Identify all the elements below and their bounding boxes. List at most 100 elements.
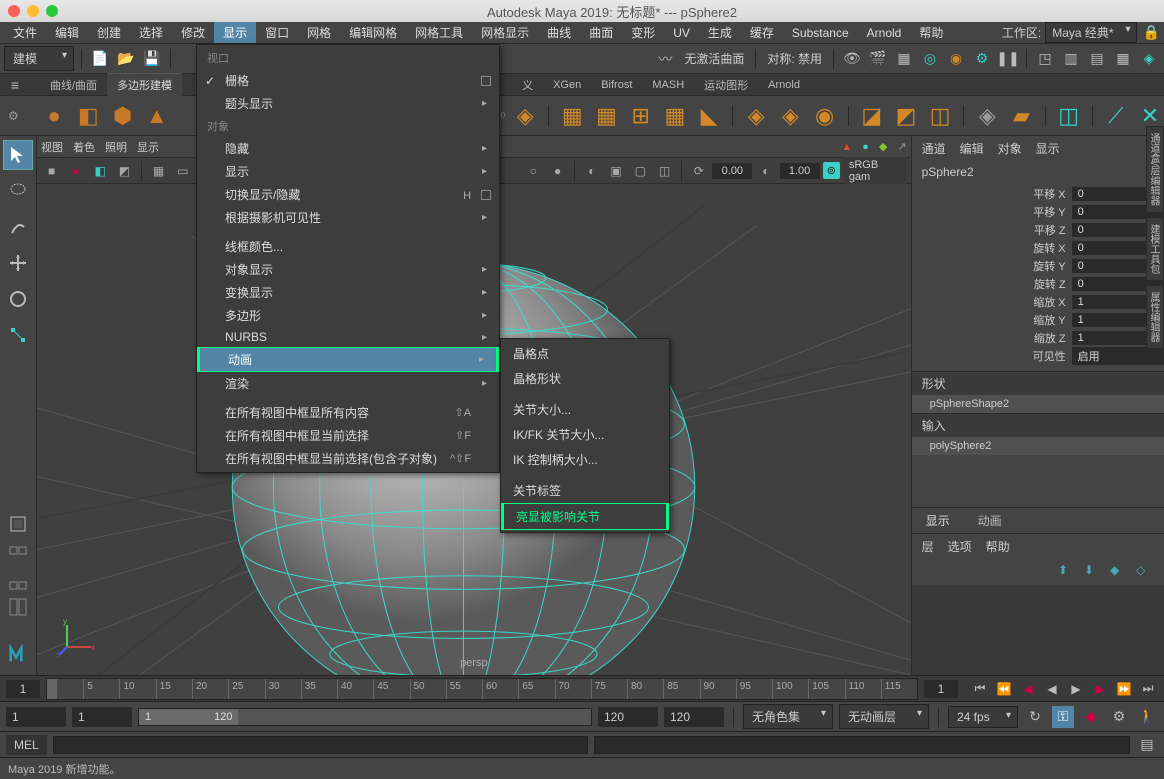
cm-anim[interactable]: 动画▸ [197, 347, 499, 372]
input-node-name[interactable]: polySphere2 [912, 437, 1164, 455]
channel-object-name[interactable]: pSphere2 [912, 161, 1164, 183]
mode-dropdown[interactable]: 建模 [4, 46, 74, 71]
lp-menu-layer[interactable]: 层 [922, 538, 934, 555]
prefs-icon[interactable]: ⚙ [1108, 706, 1130, 728]
vp-grid-icon[interactable]: ▦ [148, 161, 169, 181]
time-track[interactable]: 1510152025303540455055606570758085909510… [46, 678, 918, 700]
vp-film-icon[interactable]: ▭ [172, 161, 193, 181]
shelf-menu-icon[interactable]: ≡ [4, 74, 26, 96]
vp-colormgmt-icon[interactable]: ⊚ [823, 162, 840, 179]
grid-icon[interactable]: ▦ [661, 100, 689, 132]
lasso-tool-icon[interactable] [3, 176, 33, 206]
menu-window[interactable]: 窗口 [256, 22, 298, 43]
vp-menu-lighting[interactable]: 照明 [105, 139, 127, 155]
cm-wire-color[interactable]: 线框颜色... [197, 235, 499, 258]
sm-joint-label[interactable]: 关节标签 [501, 478, 669, 503]
sm-lattice-pt[interactable]: 晶格点 [501, 341, 669, 366]
shelf-tab-poly[interactable]: 多边形建模 [107, 73, 182, 96]
attr-label[interactable]: 缩放 Y [912, 312, 1072, 328]
curve-snap-icon[interactable]: 〰 [654, 48, 676, 70]
rotate-tool-icon[interactable] [3, 284, 33, 314]
pause-icon[interactable]: ❚❚ [997, 48, 1019, 70]
lp-menu-options[interactable]: 选项 [948, 538, 972, 555]
attr-label[interactable]: 缩放 X [912, 294, 1072, 310]
cm-frame-all[interactable]: 在所有视图中框显所有内容⇧A [197, 401, 499, 424]
menu-display[interactable]: 显示 [214, 22, 256, 43]
vp-shadows-icon[interactable]: ▣ [605, 161, 626, 181]
menu-modify[interactable]: 修改 [172, 22, 214, 43]
multicut-icon[interactable]: ⟋ [1102, 100, 1130, 132]
open-scene-icon[interactable]: 📂 [115, 48, 137, 70]
select-tool-icon[interactable] [3, 140, 33, 170]
maya-logo-icon[interactable] [3, 637, 33, 671]
attr-label[interactable]: 旋转 X [912, 240, 1072, 256]
zoom-window-icon[interactable] [46, 5, 58, 17]
playblast-icon[interactable]: ◉ [945, 48, 967, 70]
deactivate-surface-label[interactable]: 无激活曲面 [680, 50, 748, 67]
vp-gamma-icon[interactable]: ◐ [755, 161, 776, 181]
shelf-tab-curves[interactable]: 曲线/曲面 [40, 74, 107, 96]
panel-layout2-icon[interactable]: ▤ [1086, 48, 1108, 70]
step-back-key-icon[interactable]: ⏪ [994, 679, 1014, 699]
menu-deform[interactable]: 变形 [622, 22, 664, 43]
vp-colorspace-label[interactable]: sRGB gam [843, 157, 907, 185]
scale-tool-icon[interactable] [3, 320, 33, 350]
render-view-icon[interactable]: ⚙ [971, 48, 993, 70]
character-set-dropdown[interactable]: 无角色集 [743, 704, 833, 729]
layout-two-icon[interactable] [3, 571, 33, 591]
workspace-dropdown[interactable]: Maya 经典* [1045, 22, 1136, 43]
menu-arnold[interactable]: Arnold [858, 24, 911, 42]
menu-help[interactable]: 帮助 [910, 22, 952, 43]
smooth-icon[interactable]: ◈ [973, 100, 1001, 132]
poly-cube-icon[interactable]: ◧ [74, 100, 102, 132]
vp-shaded-icon[interactable]: ● [547, 161, 568, 181]
range-end-a[interactable]: 120 [598, 707, 658, 727]
cm-show[interactable]: 显示▸ [197, 160, 499, 183]
cube2-icon[interactable]: ▦ [592, 100, 620, 132]
vp-menu-display[interactable]: 显示 [137, 139, 159, 155]
attr-toggle-icon[interactable]: ◈ [1138, 48, 1160, 70]
close-window-icon[interactable] [8, 5, 20, 17]
attr-label[interactable]: 平移 Z [912, 222, 1072, 238]
vp-bookmarks-icon[interactable]: ● [65, 161, 86, 181]
paint-select-tool-icon[interactable] [3, 212, 33, 242]
lp-new-selected-icon[interactable]: ◇ [1136, 563, 1154, 581]
tris-icon[interactable]: ◣ [695, 100, 723, 132]
poly-cone-icon[interactable]: ▲ [143, 100, 171, 132]
outliner-toggle-icon[interactable]: ◳ [1034, 48, 1056, 70]
vp-lights-icon[interactable]: ◐ [581, 161, 602, 181]
vp-msaa-icon[interactable]: ◫ [654, 161, 675, 181]
step-fwd-icon[interactable]: ▶ [1090, 679, 1110, 699]
vp-wire-icon[interactable]: ○ [523, 161, 544, 181]
lp-tab-display[interactable]: 显示 [912, 508, 964, 533]
range-slider[interactable]: 1120 [138, 708, 592, 726]
cm-nurbs[interactable]: NURBS▸ [197, 327, 499, 347]
goto-end-icon[interactable]: ⏭ [1138, 679, 1158, 699]
separate-icon[interactable]: ◈ [776, 100, 804, 132]
poly-cylinder-icon[interactable]: ⬢ [108, 100, 136, 132]
layer-icon[interactable]: ◈ [511, 100, 539, 132]
minimize-window-icon[interactable] [27, 5, 39, 17]
cm-poly[interactable]: 多边形▸ [197, 304, 499, 327]
autokey-icon[interactable]: ⚿ [1052, 706, 1074, 728]
menu-edit[interactable]: 编辑 [46, 22, 88, 43]
shape-node-name[interactable]: pSphereShape2 [912, 395, 1164, 413]
hypershade-icon[interactable]: ◎ [919, 48, 941, 70]
attr-label[interactable]: 平移 Y [912, 204, 1072, 220]
shelf-tab-custom[interactable]: 义 [512, 74, 543, 96]
menu-curve[interactable]: 曲线 [538, 22, 580, 43]
cube1-icon[interactable]: ▦ [558, 100, 586, 132]
vp-menu-view[interactable]: 视图 [41, 139, 63, 155]
attr-label[interactable]: 缩放 Z [912, 330, 1072, 346]
lp-new-empty-icon[interactable]: ◆ [1110, 563, 1128, 581]
menu-cache[interactable]: 缓存 [741, 22, 783, 43]
side-tab-attribute-editor[interactable]: 属性编辑器 [1146, 285, 1164, 349]
cubes-icon[interactable]: ⊞ [627, 100, 655, 132]
vp-top-right-icon3[interactable]: ◆ [879, 140, 887, 153]
menu-file[interactable]: 文件 [4, 22, 46, 43]
shelf-tab-motion[interactable]: 运动图形 [694, 74, 758, 96]
menu-mesh-display[interactable]: 网格显示 [472, 22, 538, 43]
cb-tab-channel[interactable]: 通道 [922, 140, 946, 157]
loop-icon[interactable]: ↻ [1024, 706, 1046, 728]
quad-draw-icon[interactable]: ◫ [1054, 100, 1082, 132]
